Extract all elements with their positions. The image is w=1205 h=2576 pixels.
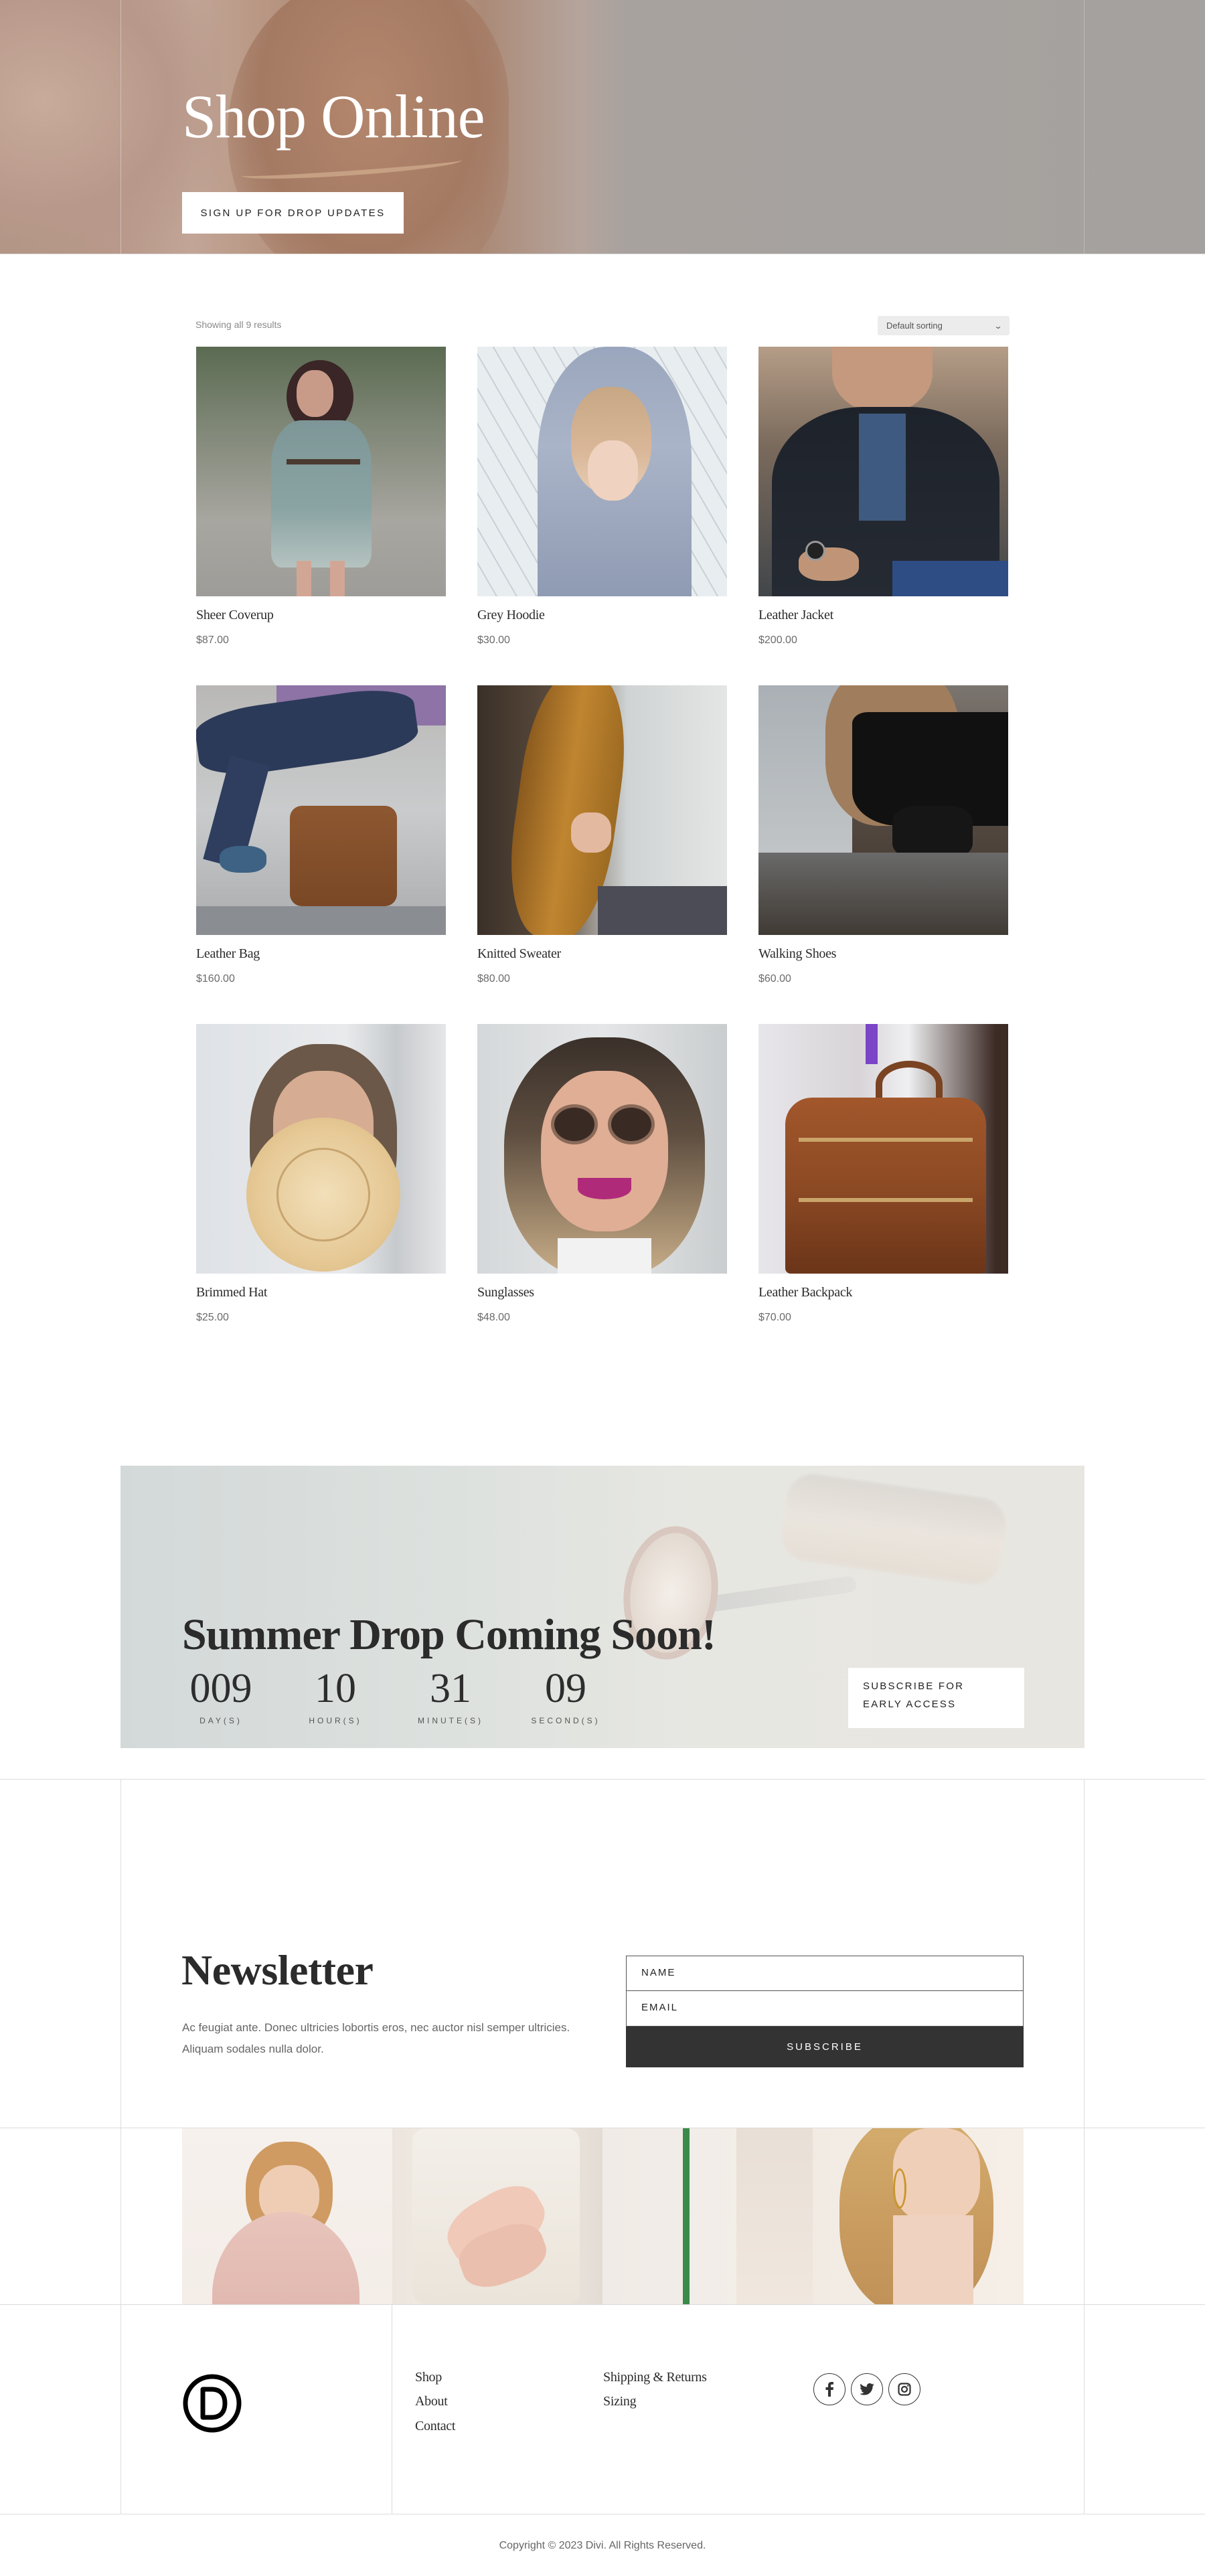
product-image[interactable] [196, 685, 446, 935]
countdown-value: 10 [315, 1666, 356, 1711]
background-ring-image [778, 1470, 1010, 1588]
product-card[interactable]: Sunglasses $48.00 [477, 1024, 727, 1324]
countdown-hours: 10 HOUR(S) [285, 1668, 386, 1725]
facebook-link[interactable] [813, 2373, 846, 2405]
product-image[interactable] [758, 1024, 1008, 1274]
product-name[interactable]: Leather Jacket [758, 607, 1008, 623]
gallery-image-hands[interactable] [392, 2128, 602, 2304]
countdown-section: Summer Drop Coming Soon! 009 DAY(S) 10 H… [120, 1466, 1084, 1748]
instagram-icon [898, 2383, 911, 2396]
hero-title: Shop Online [182, 82, 485, 151]
countdown-value: 31 [430, 1666, 471, 1711]
countdown-value: 09 [545, 1666, 586, 1711]
product-price: $80.00 [477, 973, 510, 984]
countdown-title: Summer Drop Coming Soon! [182, 1610, 716, 1659]
gallery-image-palm[interactable] [602, 2128, 813, 2304]
product-name[interactable]: Knitted Sweater [477, 946, 727, 962]
sort-dropdown[interactable]: Default sorting ⌄ [878, 316, 1010, 335]
newsletter-form: NAME EMAIL SUBSCRIBE [626, 1956, 1024, 2067]
product-card[interactable]: Brimmed Hat $25.00 [196, 1024, 446, 1324]
product-price: $25.00 [196, 1312, 229, 1323]
facebook-icon [825, 2382, 833, 2397]
product-name[interactable]: Leather Bag [196, 946, 446, 962]
product-image[interactable] [196, 1024, 446, 1274]
product-name[interactable]: Walking Shoes [758, 946, 1008, 962]
product-card[interactable]: Leather Bag $160.00 [196, 685, 446, 985]
countdown-label: DAY(S) [199, 1716, 242, 1725]
divi-logo[interactable] [182, 2373, 242, 2433]
subscribe-button[interactable]: SUBSCRIBE [626, 2027, 1024, 2067]
button-label-line: SUBSCRIBE FOR [863, 1681, 965, 1692]
countdown-seconds: 09 SECOND(S) [515, 1668, 616, 1725]
product-image[interactable] [196, 347, 446, 596]
newsletter-title: Newsletter [181, 1946, 374, 1994]
twitter-link[interactable] [851, 2373, 883, 2405]
product-price: $87.00 [196, 634, 229, 646]
background-ring-image [702, 1575, 858, 1613]
product-price: $30.00 [477, 634, 510, 646]
product-price: $70.00 [758, 1312, 791, 1323]
product-card[interactable]: Leather Backpack $70.00 [758, 1024, 1008, 1324]
product-card[interactable]: Walking Shoes $60.00 [758, 685, 1008, 985]
product-image[interactable] [477, 347, 727, 596]
product-name[interactable]: Leather Backpack [758, 1284, 1008, 1300]
product-image[interactable] [758, 347, 1008, 596]
divider [0, 1779, 1205, 1780]
countdown-minutes: 31 MINUTE(S) [400, 1668, 501, 1725]
divider [0, 2304, 1205, 2305]
product-card[interactable]: Knitted Sweater $80.00 [477, 685, 727, 985]
product-name[interactable]: Brimmed Hat [196, 1284, 446, 1300]
product-name[interactable]: Sheer Coverup [196, 607, 446, 623]
product-name[interactable]: Grey Hoodie [477, 607, 727, 623]
sort-selected-value: Default sorting [886, 321, 943, 331]
newsletter-description: Ac feugiat ante. Donec ultricies loborti… [182, 2021, 570, 2055]
footer-link-contact[interactable]: Contact [415, 2419, 455, 2434]
email-input[interactable]: EMAIL [626, 1991, 1024, 2027]
subscribe-early-access-button[interactable]: SUBSCRIBE FOR EARLY ACCESS [848, 1668, 1024, 1728]
button-label-line: EARLY ACCESS [863, 1699, 957, 1710]
footer-link-shop[interactable]: Shop [415, 2370, 442, 2385]
layout-guide-line [120, 1779, 121, 2514]
chevron-down-icon: ⌄ [993, 321, 1003, 331]
gallery-image-earring[interactable] [813, 2128, 1024, 2304]
product-name[interactable]: Sunglasses [477, 1284, 727, 1300]
gallery-image-hat[interactable] [182, 2128, 392, 2304]
countdown-label: SECOND(S) [531, 1716, 600, 1725]
result-count: Showing all 9 results [195, 319, 282, 330]
product-price: $60.00 [758, 973, 791, 984]
product-card[interactable]: Grey Hoodie $30.00 [477, 347, 727, 647]
countdown-label: HOUR(S) [309, 1716, 362, 1725]
instagram-link[interactable] [888, 2373, 920, 2405]
product-image[interactable] [477, 1024, 727, 1274]
product-price: $48.00 [477, 1312, 510, 1323]
footer-link-about[interactable]: About [415, 2394, 448, 2409]
twitter-icon [860, 2383, 874, 2395]
countdown-label: MINUTE(S) [418, 1716, 483, 1725]
countdown-days: 009 DAY(S) [171, 1668, 271, 1725]
name-input[interactable]: NAME [626, 1956, 1024, 1991]
sign-up-drop-updates-button[interactable]: SIGN UP FOR DROP UPDATES [182, 192, 404, 234]
copyright-text: Copyright © 2023 Divi. All Rights Reserv… [499, 2540, 706, 2551]
layout-guide-line [120, 0, 121, 254]
product-price: $160.00 [196, 973, 235, 984]
product-card[interactable]: Sheer Coverup $87.00 [196, 347, 446, 647]
product-image[interactable] [758, 685, 1008, 935]
hero-section: Shop Online SIGN UP FOR DROP UPDATES [0, 0, 1205, 254]
product-card[interactable]: Leather Jacket $200.00 [758, 347, 1008, 647]
product-image[interactable] [477, 685, 727, 935]
product-price: $200.00 [758, 634, 797, 646]
countdown-value: 009 [189, 1666, 252, 1711]
footer-link-shipping-returns[interactable]: Shipping & Returns [603, 2370, 707, 2385]
footer-link-sizing[interactable]: Sizing [603, 2394, 637, 2409]
